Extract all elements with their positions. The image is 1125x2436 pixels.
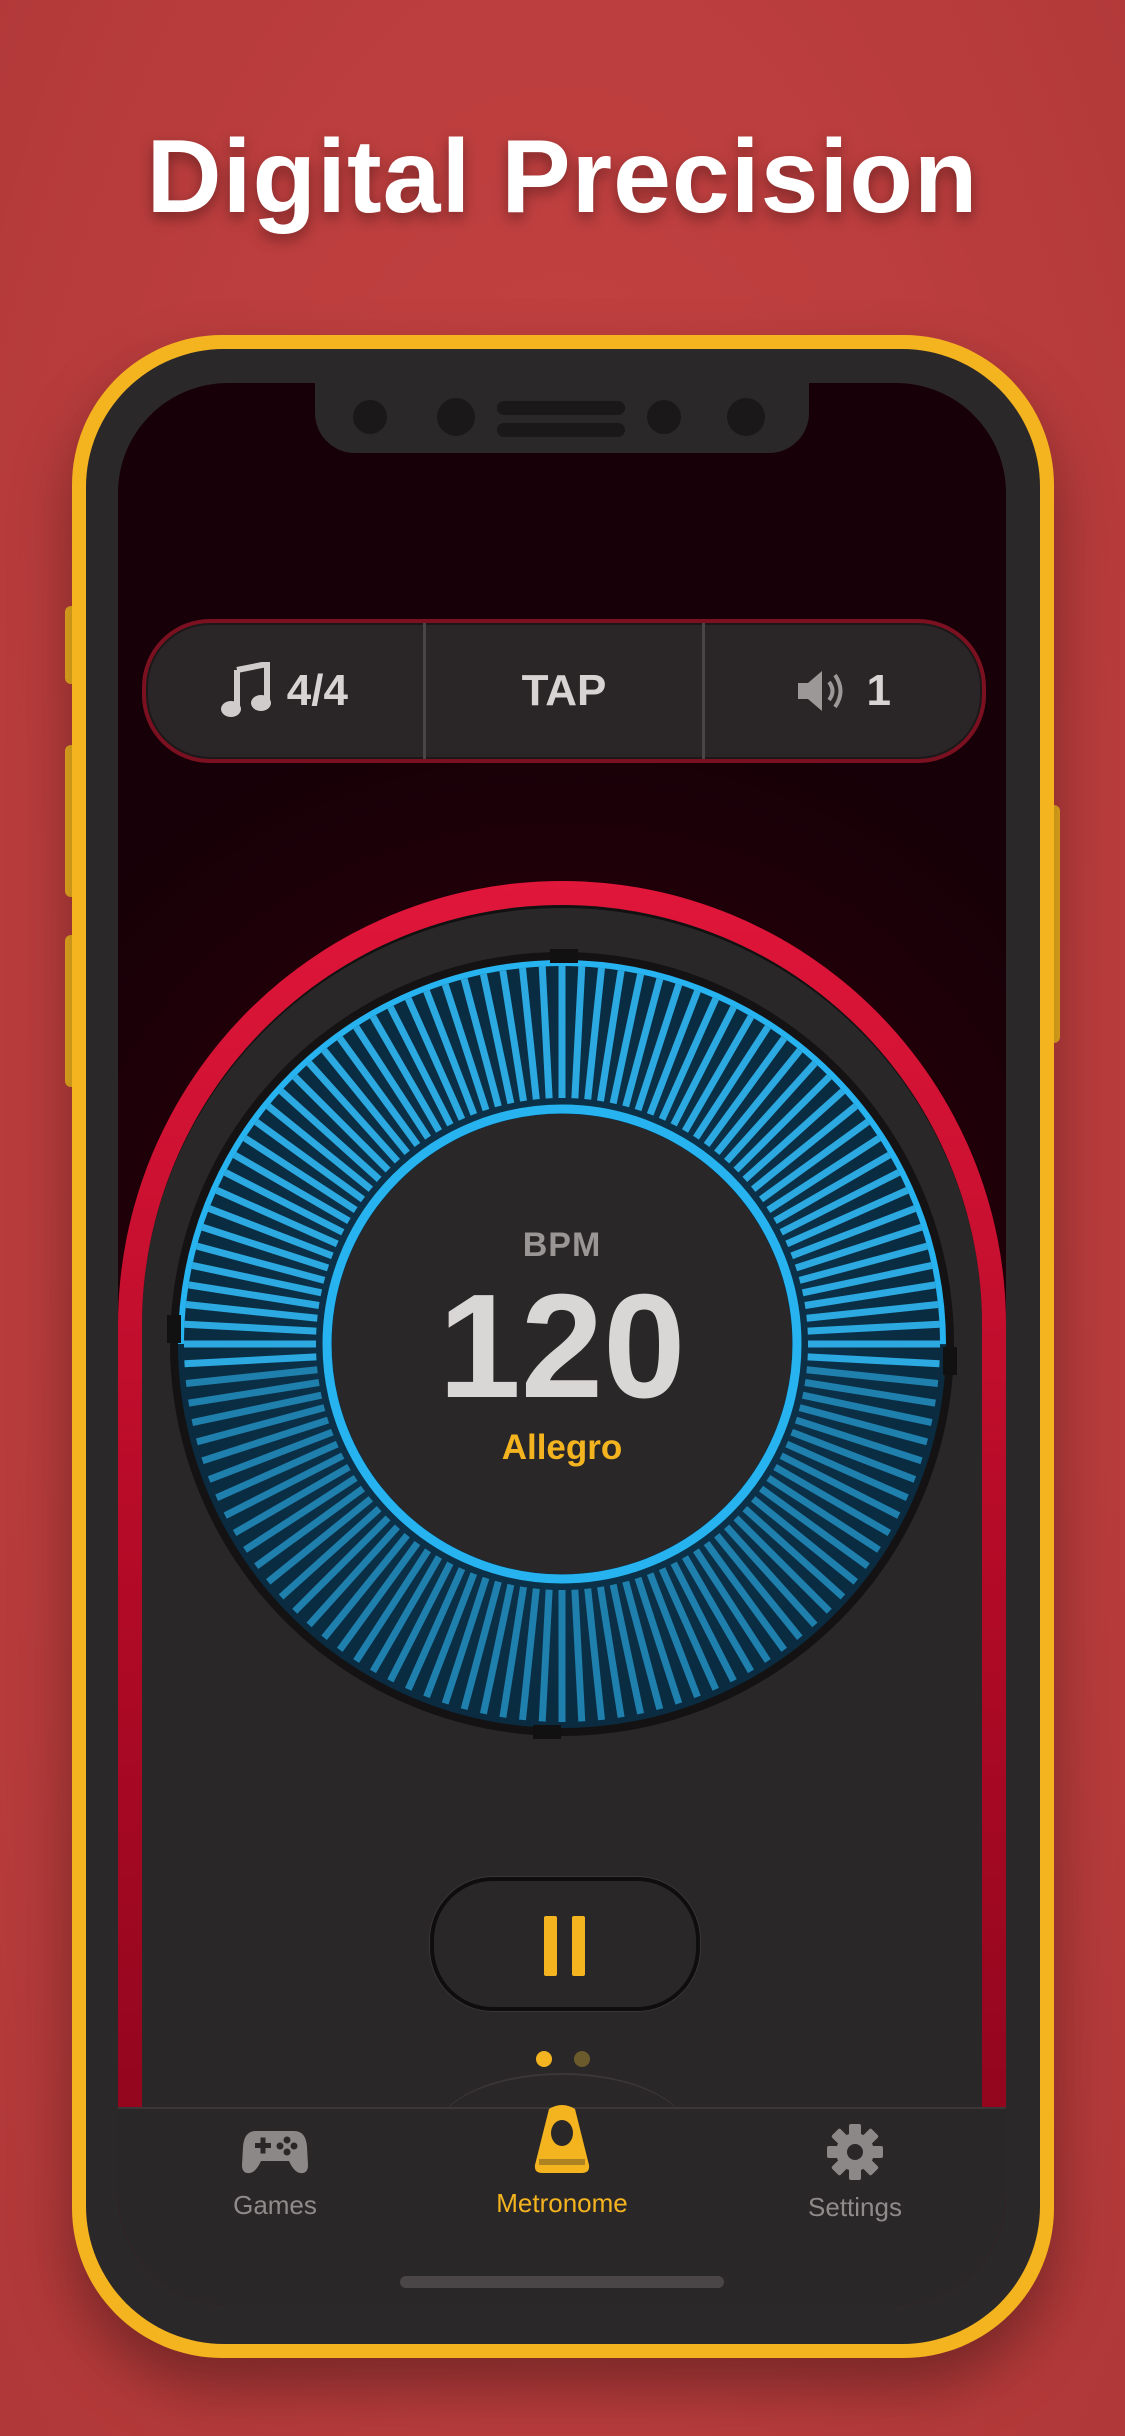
tap-tempo-button[interactable]: TAP [422,623,703,759]
page-indicator[interactable] [574,2051,590,2067]
control-bar: 4/4 TAP 1 [142,619,986,763]
speaker-grille [497,423,625,437]
headline: Digital Precision [146,119,979,235]
volume-button[interactable]: 1 [702,623,982,759]
tab-label: Settings [808,2192,902,2222]
phone-notch [315,383,809,453]
tempo-marking: Allegro [501,1428,623,1467]
pause-icon [572,1916,585,1976]
speaker-grille [497,401,625,415]
gamepad-icon [200,2127,350,2182]
volume-value: 1 [866,666,891,715]
tap-label: TAP [521,666,607,715]
camera-dot [727,398,765,436]
gear-icon [780,2124,930,2188]
pause-button[interactable] [430,1877,700,2011]
tab-settings[interactable]: Settings [780,2124,930,2223]
metronome-icon [480,2103,644,2182]
page-indicator-active[interactable] [536,2051,552,2067]
tab-label: Games [233,2190,317,2220]
music-note-icon [220,662,273,720]
sensor-dot [437,398,475,436]
camera-dot [647,400,681,434]
home-indicator [400,2276,724,2288]
time-signature-button[interactable]: 4/4 [146,623,423,759]
bpm-label: BPM [522,1226,602,1264]
bpm-value: 120 [438,1264,686,1429]
tab-label: Metronome [496,2188,628,2218]
pause-icon [544,1916,557,1976]
speaker-icon [796,666,852,716]
app-screen: 4/4 TAP 1 BPM 120 Allegro Games Metronom… [118,383,1006,2305]
tab-games[interactable]: Games [200,2127,350,2221]
time-signature-value: 4/4 [286,666,348,715]
sensor-dot [353,400,387,434]
dial-marker [533,1725,561,1739]
dial-marker [550,949,578,963]
tab-metronome[interactable]: Metronome [480,2103,644,2219]
